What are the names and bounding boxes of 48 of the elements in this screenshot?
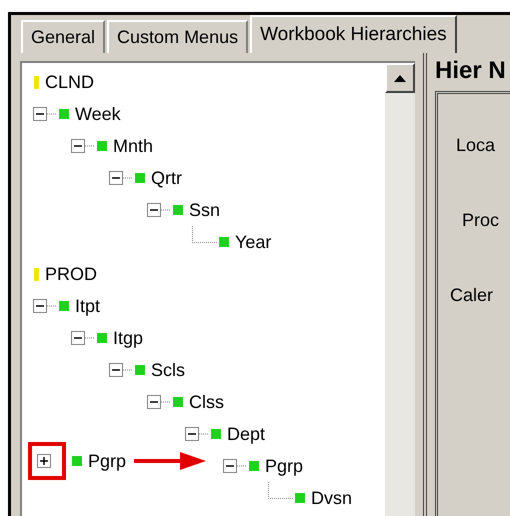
tree-item-label[interactable]: Pgrp: [265, 452, 304, 480]
tree-line: [123, 369, 133, 371]
panel-title: Hier N: [435, 59, 507, 83]
tree-line: [237, 465, 247, 467]
collapse-icon[interactable]: [71, 331, 85, 345]
tree-item-label[interactable]: Itpt: [75, 292, 100, 320]
tree-item-label[interactable]: Week: [75, 100, 121, 128]
tree-line: [85, 145, 95, 147]
collapse-icon[interactable]: [33, 299, 47, 313]
tab[interactable]: Custom Menus: [107, 20, 248, 53]
tree-line: [47, 305, 57, 307]
tree-item-label[interactable]: Itgp: [113, 324, 144, 352]
tree-item-label[interactable]: PROD: [45, 260, 98, 288]
tree-line: [192, 226, 219, 243]
field-label: Proc: [462, 209, 500, 232]
collapse-icon[interactable]: [147, 395, 161, 409]
collapse-icon[interactable]: [147, 203, 161, 217]
tree-item-label[interactable]: Pgrp: [88, 448, 126, 474]
expand-icon[interactable]: [37, 454, 51, 468]
tab[interactable]: Workbook Hierarchies: [250, 15, 457, 53]
up-arrow-icon: [394, 74, 406, 82]
tree-item-label[interactable]: Dept: [227, 420, 266, 448]
collapse-icon[interactable]: [185, 427, 199, 441]
field-label: Loca: [456, 134, 496, 157]
tree-line: [123, 177, 133, 179]
tree-line: [85, 337, 95, 339]
tree-item-label[interactable]: Ssn: [189, 196, 220, 224]
tree-item-label[interactable]: Mnth: [113, 132, 154, 160]
collapse-icon[interactable]: [109, 363, 123, 377]
collapse-icon[interactable]: [33, 107, 47, 121]
collapse-icon[interactable]: [223, 459, 237, 473]
scrollbar[interactable]: [385, 63, 415, 516]
collapse-icon[interactable]: [109, 171, 123, 185]
tree-line: [268, 482, 295, 499]
field-label: Caler: [450, 284, 494, 307]
tree-item-label[interactable]: Qrtr: [151, 164, 182, 192]
tree-line: [161, 401, 171, 403]
tree-line: [47, 113, 57, 115]
tree-item-label[interactable]: Year: [235, 228, 272, 256]
tree-line: [199, 433, 209, 435]
tree-line: [161, 209, 171, 211]
collapse-icon[interactable]: [71, 139, 85, 153]
tab[interactable]: General: [21, 20, 106, 53]
tree-item-label[interactable]: Clss: [189, 388, 224, 416]
scroll-up-button[interactable]: [385, 63, 415, 93]
tree-item-label[interactable]: CLND: [45, 68, 94, 96]
tree-item-label[interactable]: Dvsn: [311, 484, 352, 512]
tree-item-label[interactable]: Scls: [151, 356, 186, 384]
